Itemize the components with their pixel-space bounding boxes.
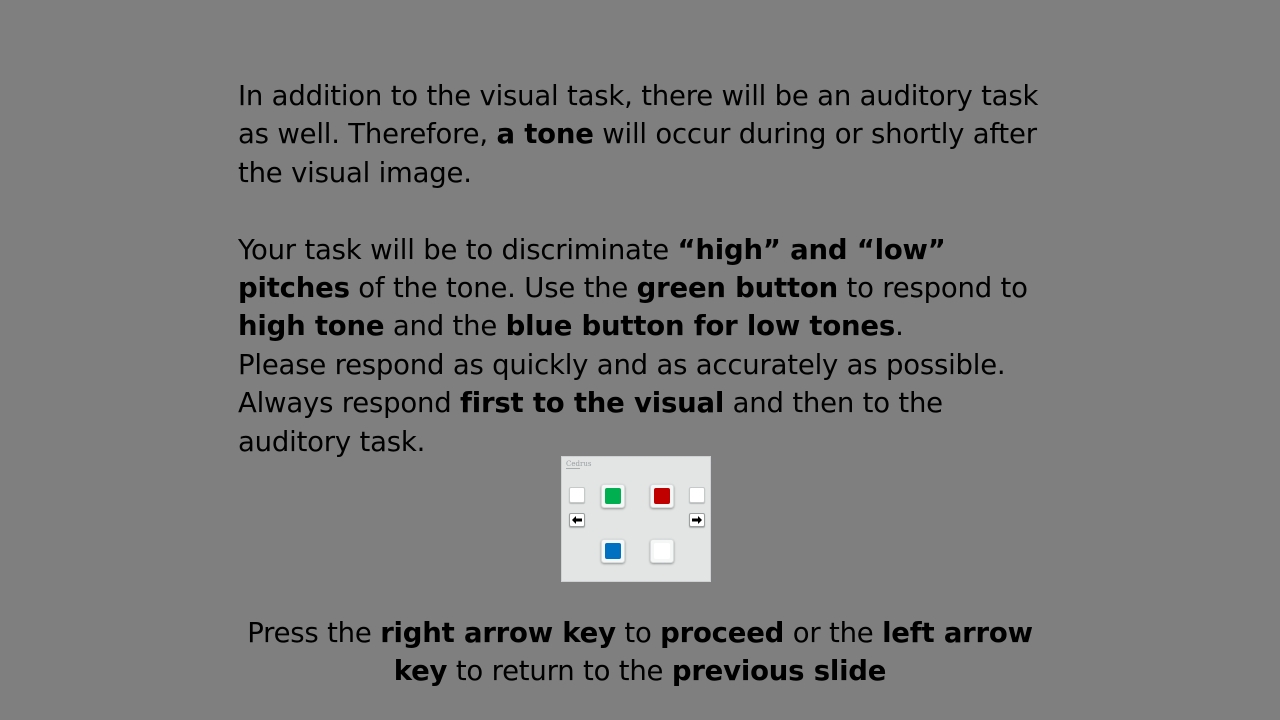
instruction-emphasis: green button [636, 272, 839, 305]
instruction-paragraph-4: Always respond first to the visual and t… [238, 384, 1048, 461]
footer-segment: or the [784, 617, 883, 649]
instruction-emphasis: a tone [496, 118, 594, 151]
footer-segment: Press the [247, 617, 381, 649]
instruction-emphasis: blue button for low tones [505, 310, 896, 343]
footer-emphasis: proceed [660, 617, 785, 649]
pad-red-button [650, 484, 674, 508]
pad-small-button-right [689, 487, 705, 503]
pad-white-button [650, 539, 674, 563]
instructions-text: In addition to the visual task, there wi… [238, 77, 1048, 461]
green-button-cap [605, 488, 621, 504]
pad-green-button [601, 484, 625, 508]
left-arrow-icon [572, 516, 582, 524]
instruction-emphasis: first to the visual [460, 387, 725, 420]
instruction-text: to respond to [837, 272, 1028, 305]
footer-emphasis: previous slide [671, 655, 887, 688]
footer-text: Press the right arrow key to proceed or … [230, 614, 1050, 691]
instruction-paragraph-3: Please respond as quickly and as accurat… [238, 346, 1048, 384]
instruction-paragraph-2: Your task will be to discriminate “high”… [238, 231, 1048, 346]
pad-right-arrow-key [689, 513, 705, 527]
footer-emphasis: right arrow key [380, 617, 616, 649]
response-pad-image: Cedrus [561, 456, 711, 582]
instruction-text: . [895, 310, 904, 343]
instruction-text: Always respond [238, 387, 460, 420]
white-button-cap [654, 543, 670, 559]
device-logo-underline [566, 468, 580, 469]
footer-segment: to [615, 617, 661, 649]
right-arrow-icon [692, 516, 702, 524]
instruction-text: Please respond as quickly and as accurat… [238, 348, 1006, 381]
pad-left-arrow-key [569, 513, 585, 527]
instruction-paragraph-1: In addition to the visual task, there wi… [238, 77, 1048, 192]
navigation-instructions: Press the right arrow key to proceed or … [230, 614, 1050, 691]
pad-blue-button [601, 539, 625, 563]
blue-button-cap [605, 543, 621, 559]
instruction-emphasis: high tone [238, 310, 385, 343]
pad-small-button-left [569, 487, 585, 503]
instruction-text: and the [384, 310, 506, 343]
slide: { "instructions": { "p1": { "t1": "In ad… [0, 0, 1280, 720]
device-logo: Cedrus [566, 460, 592, 468]
instruction-text: Your task will be to discriminate [238, 233, 678, 266]
instruction-text: of the tone. Use the [349, 272, 637, 305]
footer-segment: to return to the [447, 655, 672, 688]
red-button-cap [654, 488, 670, 504]
